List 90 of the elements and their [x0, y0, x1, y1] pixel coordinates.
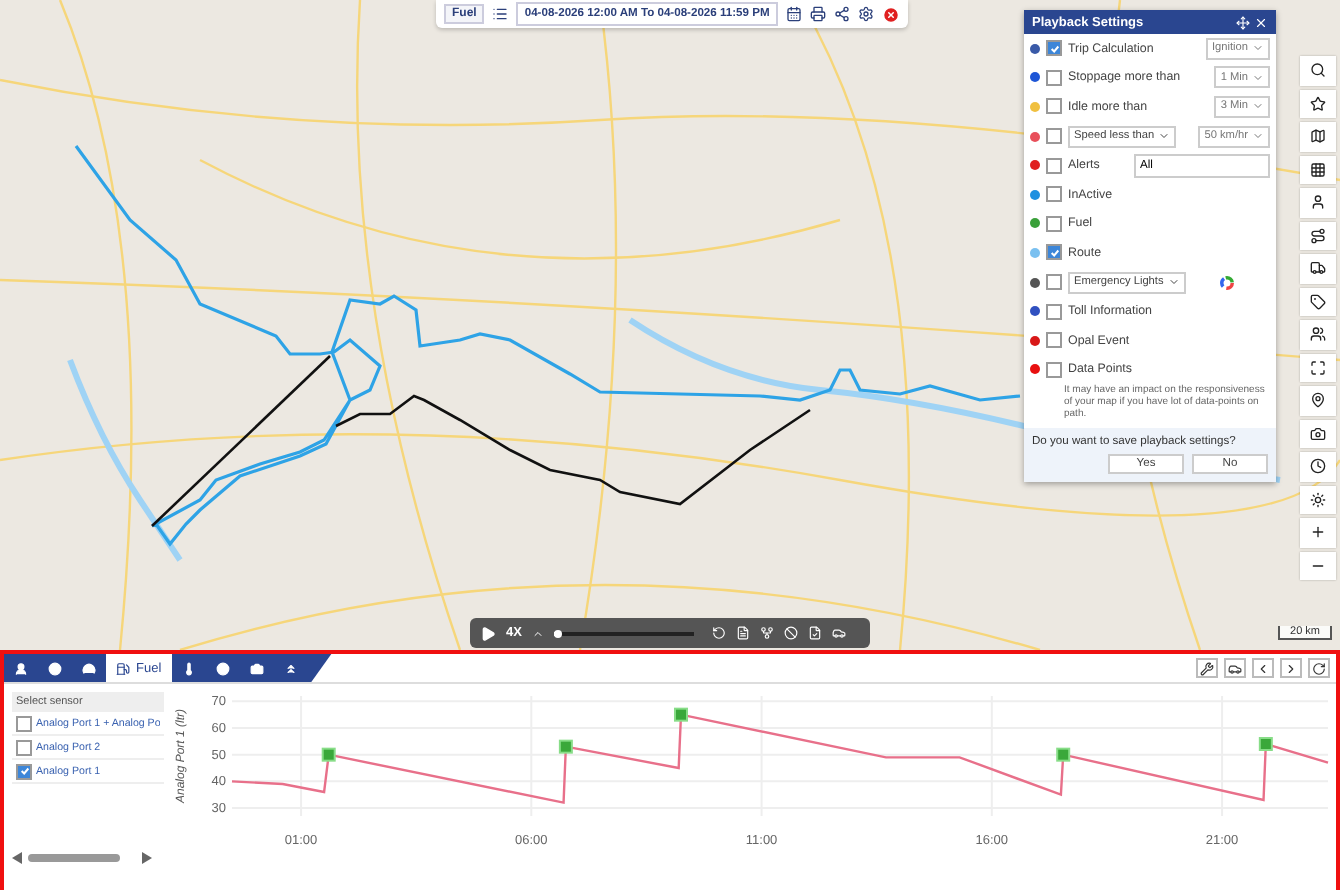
truck-icon [1310, 260, 1326, 277]
close-icon[interactable] [881, 5, 900, 23]
checkbox[interactable] [1046, 69, 1062, 86]
fill-marker-icon [674, 707, 688, 722]
settings-icon[interactable] [857, 6, 874, 22]
checkbox[interactable] [1046, 98, 1062, 115]
caret-icon[interactable] [1158, 130, 1171, 143]
prev-icon [1256, 661, 1270, 675]
person-icon [14, 661, 28, 675]
prev-button[interactable] [1252, 658, 1274, 678]
car-icon [1228, 661, 1242, 675]
person-icon [1310, 194, 1326, 211]
zoom-in-icon [1310, 524, 1326, 541]
replay-icon[interactable] [711, 626, 726, 640]
checkbox[interactable] [1046, 40, 1062, 57]
next-icon [1284, 661, 1298, 675]
camera-icon [249, 661, 264, 675]
checkbox[interactable] [1046, 128, 1062, 145]
scroll-thumb[interactable] [28, 854, 120, 862]
refresh-button[interactable] [1308, 658, 1330, 678]
pin-icon [1310, 392, 1326, 409]
checkbox[interactable] [1046, 215, 1062, 232]
wrench-button[interactable] [1196, 658, 1218, 678]
checkbox[interactable] [1046, 244, 1062, 261]
people-icon [1310, 326, 1326, 343]
scroll-right-icon[interactable] [142, 852, 152, 864]
map-icon [1310, 128, 1326, 145]
document-icon[interactable] [735, 626, 750, 640]
camera-icon [1310, 425, 1326, 442]
route-icon [1310, 227, 1326, 244]
map-tool-button[interactable] [1300, 485, 1336, 514]
map-tool-button[interactable] [1300, 386, 1336, 415]
gauge-icon [82, 661, 96, 675]
wrench-icon [1200, 661, 1214, 675]
block-icon[interactable] [783, 626, 798, 640]
map-tool-button[interactable] [1300, 419, 1336, 448]
map-tool-button[interactable] [1300, 287, 1336, 316]
fill-marker-icon [558, 739, 573, 754]
fullscreen-icon [1310, 359, 1326, 376]
play-icon[interactable] [480, 625, 496, 641]
move-icon[interactable] [1236, 15, 1250, 29]
map-tool-button[interactable] [1300, 188, 1336, 217]
fill-marker-icon [1056, 747, 1071, 762]
caret-icon[interactable] [1167, 276, 1180, 289]
tag-icon [1310, 293, 1326, 310]
sun-icon [1310, 491, 1326, 508]
close-icon[interactable] [1254, 15, 1268, 29]
map-tool-button[interactable] [1300, 518, 1336, 547]
car-icon[interactable] [831, 626, 846, 640]
checkbox[interactable] [16, 715, 32, 731]
checkbox[interactable] [1046, 361, 1062, 378]
map-tool-button[interactable] [1300, 452, 1336, 481]
search-icon [1310, 62, 1326, 79]
circle-icon [215, 661, 230, 675]
color-wheel-icon[interactable] [1219, 275, 1234, 290]
map-tool-button[interactable] [1300, 56, 1336, 85]
print-icon[interactable] [809, 6, 826, 22]
map-tool-button[interactable] [1300, 221, 1336, 250]
car-button[interactable] [1224, 658, 1246, 678]
grid-icon [1310, 161, 1326, 178]
star-icon [1310, 95, 1326, 112]
calendar-icon[interactable] [785, 6, 802, 22]
map-tool-button[interactable] [1300, 89, 1336, 118]
checkbox[interactable] [1046, 332, 1062, 349]
map-tool-button[interactable] [1300, 320, 1336, 349]
caret-icon[interactable] [531, 627, 544, 639]
checkbox[interactable] [16, 763, 32, 779]
slider-thumb[interactable] [554, 629, 563, 637]
share-icon[interactable] [833, 6, 850, 22]
circle-icon [48, 661, 62, 675]
chevrons-up-icon [283, 661, 298, 675]
refresh-icon [1312, 661, 1326, 675]
checkbox[interactable] [16, 739, 32, 755]
fork-icon[interactable] [759, 626, 774, 640]
checkbox[interactable] [1046, 186, 1062, 203]
fill-marker-icon [321, 747, 336, 762]
map-tool-button[interactable] [1300, 122, 1336, 151]
thermometer-icon [181, 661, 196, 675]
fill-marker-icon [1258, 737, 1273, 751]
fuel-icon [116, 661, 130, 675]
clock-icon [1310, 458, 1326, 475]
map-tool-button[interactable] [1300, 155, 1336, 184]
checkbox[interactable] [1046, 303, 1062, 320]
checkbox[interactable] [1046, 274, 1062, 291]
map-tool-button[interactable] [1300, 254, 1336, 283]
scroll-left-icon[interactable] [12, 852, 22, 864]
checkbox[interactable] [1046, 157, 1062, 174]
next-button[interactable] [1280, 658, 1302, 678]
file-icon[interactable] [807, 626, 822, 640]
list-icon[interactable] [492, 6, 509, 22]
